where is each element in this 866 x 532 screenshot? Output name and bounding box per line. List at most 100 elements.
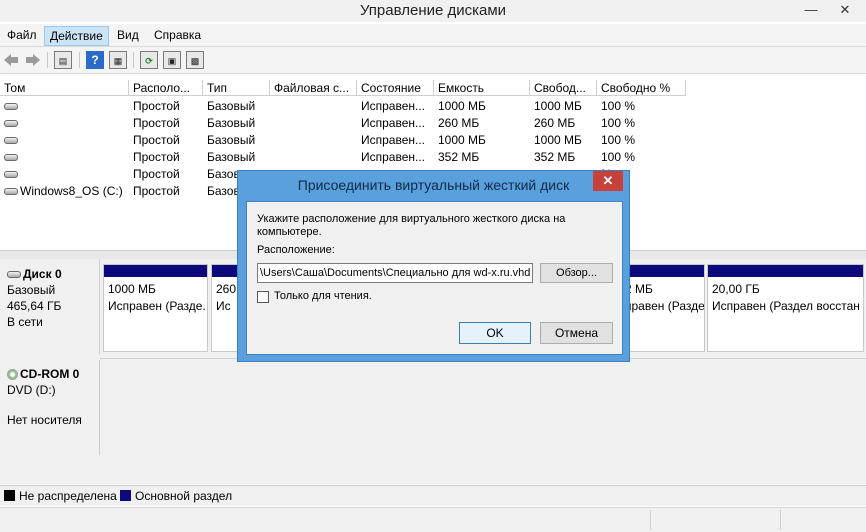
partition-size: 260 <box>216 282 237 296</box>
cell-state: Исправен... <box>361 150 426 164</box>
cell-capacity: 260 МБ <box>438 116 480 130</box>
attach-vhd-dialog: Присоединить виртуальный жесткий диск ✕ … <box>237 170 630 362</box>
column-header-free-percent[interactable]: Свободно % <box>597 80 686 96</box>
cell-free-percent: 100 % <box>601 133 636 147</box>
cell-layout: Простой <box>133 150 180 164</box>
table-row[interactable]: Простой Базовый Исправен... 1000 МБ 1000… <box>0 132 866 149</box>
cell-free-percent: 100 % <box>601 99 636 113</box>
cell-free: 352 МБ <box>534 150 576 164</box>
arrow-left-icon[interactable] <box>2 51 20 69</box>
column-header-free[interactable]: Свобод... <box>530 80 597 96</box>
column-header-layout[interactable]: Располо... <box>129 80 203 96</box>
dialog-close-icon[interactable]: ✕ <box>593 171 623 191</box>
cell-tom <box>0 132 129 149</box>
partition-bar <box>619 265 704 277</box>
cell-capacity: 352 МБ <box>438 150 480 164</box>
minimize-button[interactable]: — <box>796 0 826 20</box>
partition-size: 1000 МБ <box>108 282 156 296</box>
disk-0-status: В сети <box>7 315 43 329</box>
rescan-disks-icon[interactable]: ▣ <box>163 51 181 69</box>
partition[interactable]: 20,00 ГБ Исправен (Раздел восстан <box>707 264 864 352</box>
browse-button[interactable]: Обзор... <box>540 263 613 283</box>
column-header-state[interactable]: Состояние <box>357 80 434 96</box>
menu-help[interactable]: Справка <box>149 26 206 44</box>
column-header-filesystem[interactable]: Файловая с... <box>270 80 357 96</box>
table-row[interactable]: Простой Базовый Исправен... 260 МБ 260 М… <box>0 115 866 132</box>
location-input[interactable]: \Users\Саша\Documents\Специально для wd-… <box>257 263 533 283</box>
cell-layout: Простой <box>133 167 180 181</box>
cell-layout: Простой <box>133 116 180 130</box>
cell-filesystem <box>270 98 357 115</box>
dialog-title: Присоединить виртуальный жесткий диск <box>297 177 570 193</box>
cdrom-0-label[interactable]: CD-ROM 0 DVD (D:) Нет носителя <box>0 360 100 455</box>
column-header-capacity[interactable]: Емкость <box>434 80 530 96</box>
table-row[interactable]: Простой Базовый Исправен... 1000 МБ 1000… <box>0 98 866 115</box>
cell-free: 260 МБ <box>534 116 576 130</box>
menu-view[interactable]: Вид <box>112 26 144 44</box>
properties-icon[interactable]: ▦ <box>109 51 127 69</box>
cell-state: Исправен... <box>361 99 426 113</box>
toolbar: ▤ ? ▦ ⟳ ▣ ▩ <box>0 47 866 74</box>
partition-bar <box>708 265 863 277</box>
cell-free-percent: 100 % <box>601 150 636 164</box>
cell-type: Базовый <box>207 116 256 130</box>
disk-icon <box>4 154 18 162</box>
cdrom-0-kind: DVD (D:) <box>7 383 56 397</box>
cell-tom: Windows8_OS (C:) <box>0 183 129 200</box>
ok-button[interactable]: OK <box>459 322 531 344</box>
close-button[interactable]: ✕ <box>830 0 860 20</box>
partition-bar <box>212 265 238 277</box>
cell-capacity: 1000 МБ <box>438 99 486 113</box>
cdrom-0-status: Нет носителя <box>7 413 82 427</box>
toolbar-separator <box>133 52 134 68</box>
readonly-label[interactable]: Только для чтения. <box>274 290 372 303</box>
console-tree-icon[interactable]: ▤ <box>54 51 72 69</box>
partition[interactable]: 260 Ис <box>211 264 239 352</box>
cell-tom <box>0 149 129 166</box>
cell-tom <box>0 115 129 132</box>
disk-0-label[interactable]: Диск 0 Базовый 465,64 ГБ В сети <box>0 259 100 354</box>
cell-state: Исправен... <box>361 133 426 147</box>
dialog-description: Укажите расположение для виртуального же… <box>257 213 566 238</box>
toolbar-separator <box>79 52 80 68</box>
readonly-checkbox[interactable] <box>257 291 269 303</box>
cell-type: Базовый <box>207 133 256 147</box>
settings-icon[interactable]: ▩ <box>186 51 204 69</box>
cell-free: 1000 МБ <box>534 99 582 113</box>
column-header-tom[interactable]: Том <box>0 80 129 96</box>
cell-layout: Простой <box>133 99 180 113</box>
cell-tom <box>0 166 129 183</box>
partition-status: Исправен (Разде. <box>108 299 206 313</box>
table-row[interactable]: Простой Базовый Исправен... 352 МБ 352 М… <box>0 149 866 166</box>
arrow-right-icon[interactable] <box>24 51 42 69</box>
column-header-type[interactable]: Тип <box>203 80 270 96</box>
cell-filesystem <box>270 132 357 149</box>
legend-swatch-unallocated <box>4 490 15 501</box>
disk-icon <box>4 188 18 196</box>
location-label: Расположение: <box>257 244 335 256</box>
disk-icon <box>4 120 18 128</box>
window-title: Управление дисками <box>359 2 507 19</box>
menu-action[interactable]: Действие <box>44 26 109 46</box>
partition[interactable]: 2 МБ правен (Разде <box>618 264 705 352</box>
partition-status: правен (Разде <box>625 299 704 313</box>
partition-bar <box>104 265 207 277</box>
cell-tom <box>0 98 129 115</box>
partition-status: Исправен (Раздел восстан <box>712 299 860 313</box>
help-icon[interactable]: ? <box>86 51 104 69</box>
cell-filesystem <box>270 115 357 132</box>
partition[interactable]: 1000 МБ Исправен (Разде. <box>103 264 208 352</box>
disk-icon <box>4 171 18 179</box>
toolbar-separator <box>47 52 48 68</box>
refresh-icon[interactable]: ⟳ <box>140 51 158 69</box>
legend-label-unallocated: Не распределена <box>19 489 117 503</box>
cdrom-0-name: CD-ROM 0 <box>20 367 80 381</box>
legend: Не распределена Основной раздел <box>0 485 866 506</box>
cell-free-percent: 100 % <box>601 116 636 130</box>
menu-file[interactable]: Файл <box>2 26 42 44</box>
title-bar: Управление дисками — ✕ <box>0 0 866 22</box>
cancel-button[interactable]: Отмена <box>540 322 613 344</box>
disk-icon <box>7 271 21 279</box>
disk-icon <box>4 103 18 111</box>
legend-swatch-primary <box>120 490 131 501</box>
